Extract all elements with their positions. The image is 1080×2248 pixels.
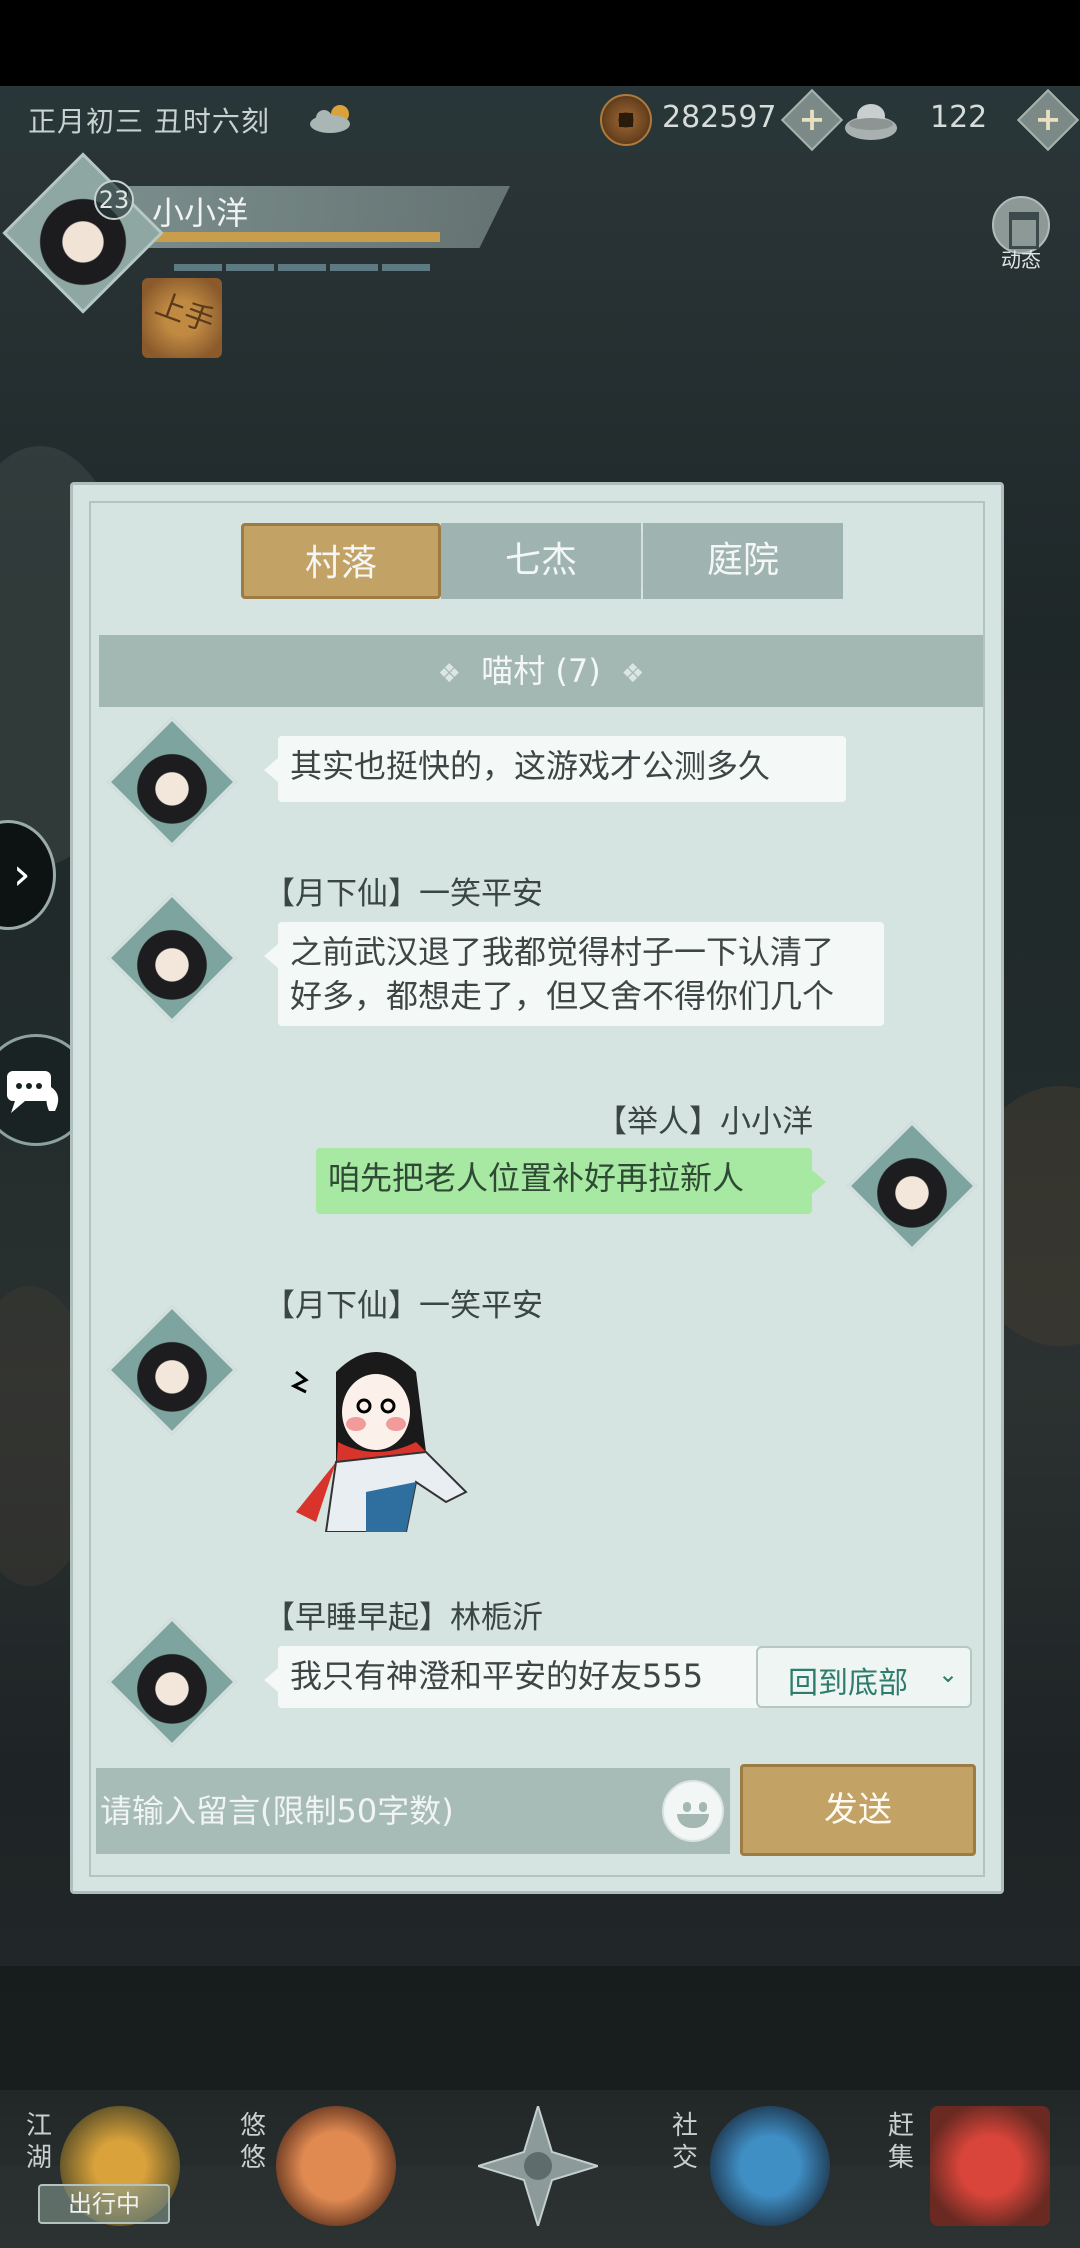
ornament-icon: ❖ — [437, 659, 461, 689]
travel-status-tag: 出行中 — [38, 2184, 170, 2224]
tab-village[interactable]: 村落 — [241, 523, 441, 599]
chat-tabs: 村落 七杰 庭院 — [241, 523, 843, 599]
nav-youyou-label[interactable]: 悠悠 — [240, 2110, 270, 2174]
channel-title: 喵村 (7) — [481, 652, 601, 690]
chevron-down-icon: ⌄ — [938, 1660, 959, 1688]
nav-market-label[interactable]: 赶集 — [888, 2110, 918, 2174]
back-to-bottom-label: 回到底部 — [788, 1666, 908, 1701]
player-level-badge: 23 — [94, 180, 134, 220]
channel-header: ❖ 喵村 (7) ❖ — [99, 635, 983, 707]
chat-message-bubble: 之前武汉退了我都觉得村子一下认清了 好多，都想走了，但又舍不得你们几个 — [264, 922, 884, 1026]
tab-courtyard[interactable]: 庭院 — [643, 523, 843, 599]
coin-count: 282597 — [662, 100, 777, 135]
youyou-icon[interactable] — [276, 2106, 396, 2226]
tab-seven-heroes[interactable]: 七杰 — [441, 523, 641, 599]
my-message-bubble: 咱先把老人位置补好再拉新人 — [316, 1148, 826, 1214]
chat-sender-name: 【早睡早起】林栀沂 — [264, 1600, 543, 1636]
emoji-icon[interactable] — [662, 1780, 724, 1842]
copper-coin-icon — [600, 94, 652, 146]
nav-jianghu-label[interactable]: 江湖 — [26, 2110, 56, 2174]
chat-sender-name: 【月下仙】一笑平安 — [264, 1288, 543, 1324]
game-date: 正月初三 丑时六刻 — [28, 105, 270, 138]
nav-social-label[interactable]: 社交 — [672, 2110, 702, 2174]
player-name: 小小洋 — [152, 194, 249, 232]
silver-count: 122 — [930, 100, 988, 135]
compass-icon[interactable] — [478, 2106, 598, 2226]
market-icon[interactable] — [930, 2106, 1050, 2226]
silver-ingot-icon — [845, 104, 897, 140]
chat-message-bubble: 我只有神澄和平安的好友555 — [264, 1646, 760, 1708]
send-button[interactable]: 发送 — [740, 1764, 976, 1856]
chat-bubble-icon — [5, 1067, 65, 1127]
message-input-area — [96, 1768, 730, 1854]
ornament-icon: ❖ — [621, 659, 645, 689]
system-status-bar — [0, 0, 1080, 86]
chat-sender-name: 【月下仙】一笑平安 — [264, 876, 543, 912]
chat-sender-name: 【举人】小小洋 — [596, 1104, 813, 1140]
dynamic-feed-label: 动态 — [1001, 248, 1041, 272]
back-to-bottom-button[interactable]: 回到底部 ⌄ — [756, 1646, 972, 1708]
cloudy-weather-icon — [310, 105, 350, 133]
social-icon[interactable] — [710, 2106, 830, 2226]
sticker-image[interactable] — [276, 1332, 476, 1532]
chat-message-bubble: 其实也挺快的，这游戏才公测多久 — [264, 736, 846, 802]
message-input[interactable] — [96, 1768, 656, 1854]
stamina-segments — [174, 256, 434, 275]
buff-item-icon[interactable]: 上手 — [142, 278, 222, 358]
